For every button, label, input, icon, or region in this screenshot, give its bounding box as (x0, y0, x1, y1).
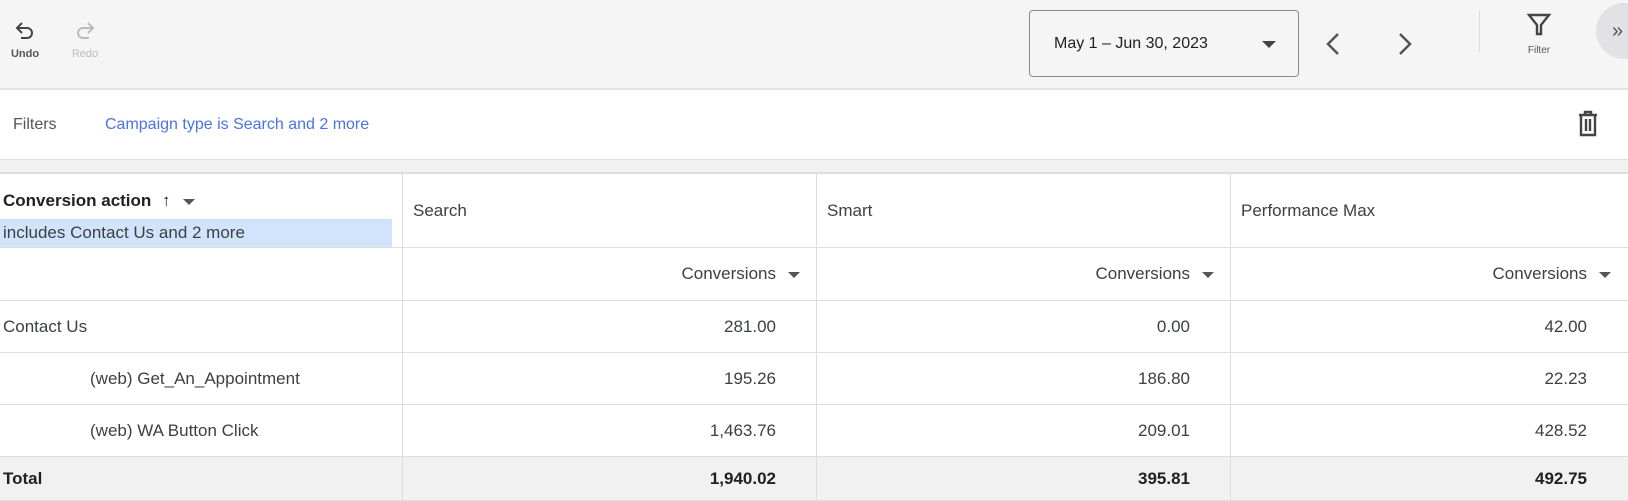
column-header: Performance Max (1231, 174, 1628, 248)
value-cell: 22.23 (1231, 353, 1628, 405)
total-row: Total 1,940.02 395.81 492.75 (0, 457, 1628, 501)
previous-period-button[interactable] (1322, 26, 1346, 62)
row-label: (web) Get_An_Appointment (0, 353, 403, 405)
column-header: Smart (817, 174, 1231, 248)
chevron-down-icon (1599, 272, 1611, 278)
filter-label: Filter (1528, 45, 1550, 56)
sort-ascending-icon[interactable]: ↑ (162, 191, 171, 210)
table-row: Contact Us 281.00 0.00 42.00 (0, 301, 1628, 353)
value-cell: 186.80 (817, 353, 1231, 405)
value-cell: 281.00 (403, 301, 817, 353)
chevron-down-icon[interactable] (183, 199, 195, 205)
empty-cell (0, 248, 403, 301)
section-gap (0, 160, 1628, 173)
row-header-label: Conversion action (3, 191, 151, 210)
metric-label: Conversions (682, 264, 777, 283)
table-row: (web) Get_An_Appointment 195.26 186.80 2… (0, 353, 1628, 405)
value-cell: 428.52 (1231, 405, 1628, 457)
column-header: Search (403, 174, 817, 248)
toolbar: Undo Redo May 1 – Jun 30, 2023 Filter » (0, 0, 1628, 90)
redo-icon (72, 18, 98, 42)
row-label: (web) WA Button Click (0, 405, 403, 457)
total-cell: 1,940.02 (403, 457, 817, 501)
total-cell: 395.81 (817, 457, 1231, 501)
toolbar-divider (1479, 10, 1480, 52)
total-cell: 492.75 (1231, 457, 1628, 501)
filter-bar: Filters Campaign type is Search and 2 mo… (0, 90, 1628, 160)
redo-button[interactable]: Redo (60, 18, 110, 60)
value-cell: 195.26 (403, 353, 817, 405)
value-cell: 0.00 (817, 301, 1231, 353)
next-period-button[interactable] (1392, 26, 1416, 62)
total-label: Total (0, 457, 403, 501)
row-filter-chip[interactable]: includes Contact Us and 2 more (0, 219, 392, 247)
metric-header[interactable]: Conversions (1231, 248, 1628, 301)
date-range-picker[interactable]: May 1 – Jun 30, 2023 (1029, 10, 1299, 77)
filter-icon (1527, 12, 1551, 38)
value-cell: 1,463.76 (403, 405, 817, 457)
undo-label: Undo (11, 48, 39, 60)
filter-button[interactable]: Filter (1513, 12, 1565, 56)
double-chevron-icon: » (1612, 20, 1623, 42)
row-label: Contact Us (0, 301, 403, 353)
metric-header[interactable]: Conversions (817, 248, 1231, 301)
value-cell: 209.01 (817, 405, 1231, 457)
expand-panel-button[interactable]: » (1596, 3, 1628, 59)
delete-icon[interactable] (1576, 110, 1600, 138)
pivot-table: Conversion action ↑ includes Contact Us … (0, 173, 1628, 501)
value-cell: 42.00 (1231, 301, 1628, 353)
date-range-value: May 1 – Jun 30, 2023 (1054, 35, 1208, 52)
redo-label: Redo (72, 48, 98, 60)
chevron-down-icon (1202, 272, 1214, 278)
metric-header[interactable]: Conversions (403, 248, 817, 301)
undo-icon (12, 18, 38, 42)
row-header-cell[interactable]: Conversion action ↑ includes Contact Us … (0, 174, 403, 248)
chevron-down-icon (788, 272, 800, 278)
chevron-down-icon (1262, 41, 1276, 48)
active-filter-link[interactable]: Campaign type is Search and 2 more (105, 90, 369, 160)
table-row: (web) WA Button Click 1,463.76 209.01 42… (0, 405, 1628, 457)
filters-label: Filters (13, 90, 57, 160)
metric-label: Conversions (1096, 264, 1191, 283)
metric-label: Conversions (1493, 264, 1588, 283)
undo-button[interactable]: Undo (0, 18, 50, 60)
